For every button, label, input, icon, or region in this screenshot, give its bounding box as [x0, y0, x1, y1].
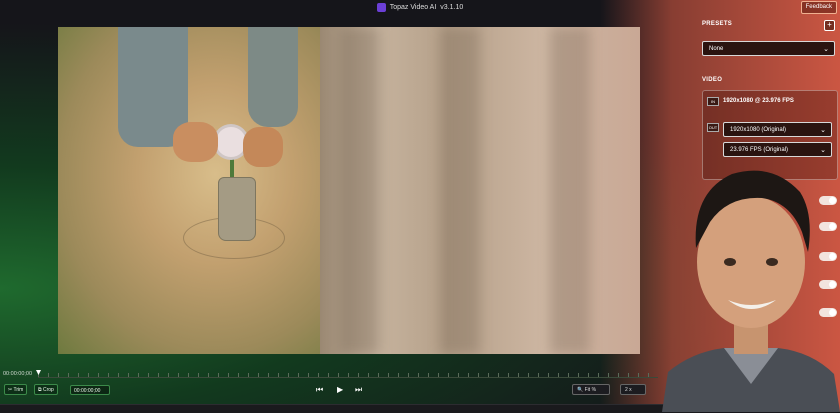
presets-label: PRESETS [702, 21, 733, 27]
zoom-select[interactable]: 🔍 Fit % [572, 384, 610, 395]
crop-button[interactable]: ⧉ Crop [34, 384, 58, 395]
app-version: v3.1.10 [440, 3, 464, 11]
output-resolution-value: 1920x1080 (Original) [730, 127, 787, 133]
presenter-photo [662, 170, 840, 412]
add-preset-button[interactable]: + [824, 20, 835, 31]
app-logo-icon [376, 2, 386, 12]
frame-content [173, 122, 218, 162]
skip-back-icon[interactable]: ⏮ [316, 385, 323, 395]
trim-label: Trim [13, 387, 24, 393]
video-label: VIDEO [702, 77, 723, 83]
video-frame-original [58, 27, 320, 354]
frame-content [248, 27, 298, 127]
magnifier-icon: 🔍 [577, 387, 584, 393]
speed-value: 2 x [625, 387, 632, 393]
input-badge: IN [707, 97, 719, 106]
feedback-button[interactable]: Feedback [800, 1, 837, 14]
crop-label: Crop [42, 387, 54, 393]
chevron-down-icon: ⌄ [820, 127, 826, 134]
frame-content [216, 127, 246, 157]
plus-icon: + [827, 20, 832, 29]
timecode-input[interactable]: 00:00:00;00 [70, 385, 110, 395]
crop-icon: ⧉ [38, 387, 42, 393]
timeline-track[interactable] [38, 377, 658, 378]
chevron-down-icon: ⌄ [823, 46, 829, 53]
video-preview [58, 27, 640, 354]
timeline-start-time: 00:00:00;00 [3, 371, 33, 377]
skip-forward-icon[interactable]: ⏭ [355, 385, 362, 395]
trim-button[interactable]: ✂ Trim [4, 384, 28, 395]
zoom-value: Fit % [584, 387, 597, 393]
preset-select[interactable]: None ⌄ [702, 41, 835, 56]
title-bar: Topaz Video AI v3.1.10 [0, 0, 840, 14]
frame-content [243, 127, 283, 167]
scissors-icon: ✂ [8, 387, 13, 393]
output-resolution-select[interactable]: 1920x1080 (Original) ⌄ [723, 122, 832, 137]
output-badge: OUT [707, 123, 719, 132]
frame-content [218, 177, 256, 241]
frame-content [340, 27, 380, 354]
app-name: Topaz Video AI [389, 3, 437, 11]
frame-content [440, 27, 480, 354]
eye-shape [724, 258, 736, 266]
eye-shape [766, 258, 778, 266]
play-icon[interactable]: ▶ [337, 385, 343, 394]
input-info: 1920x1080 @ 23.976 FPS [723, 98, 794, 104]
speed-select[interactable]: 2 x [620, 384, 646, 395]
video-frame-enhanced [320, 27, 640, 354]
frame-content [550, 27, 590, 354]
preset-value: None [709, 46, 724, 52]
